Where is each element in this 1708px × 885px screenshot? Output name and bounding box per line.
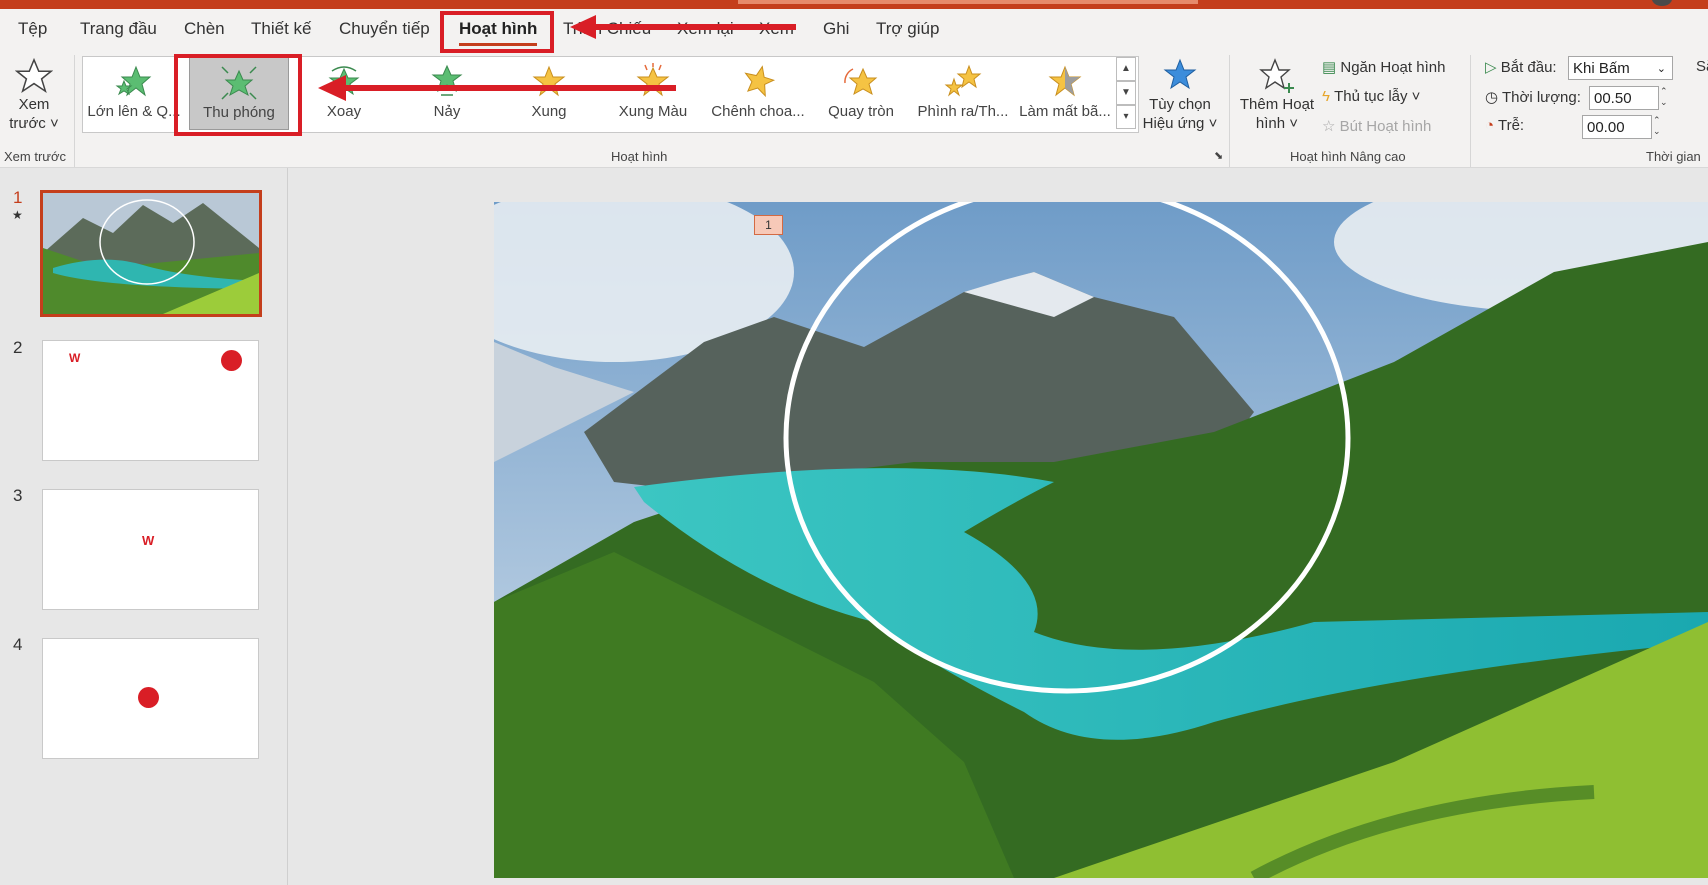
annotation-arrow-to-tab (570, 15, 796, 39)
annotation-arrows (318, 15, 796, 101)
annotation-arrow-to-zoom (318, 75, 676, 101)
